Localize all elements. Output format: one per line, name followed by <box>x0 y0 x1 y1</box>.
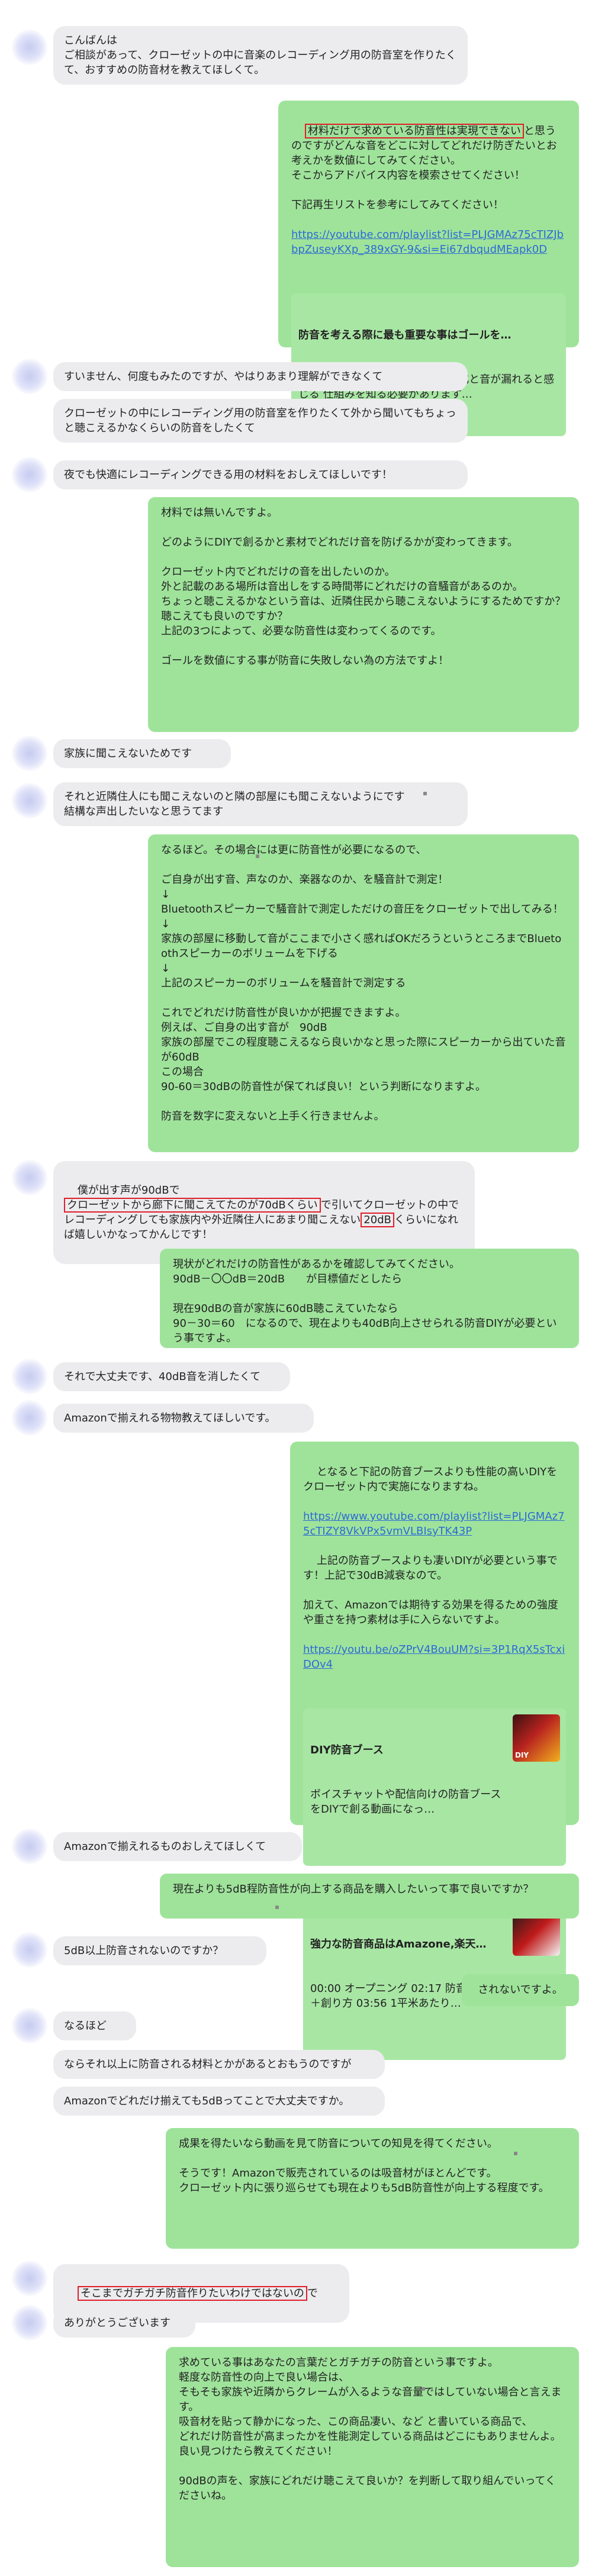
incoming-message: それと近隣住人にも聞こえないのと隣の部屋にも聞こえないようにです 結構な声出した… <box>53 782 468 826</box>
link-preview-card[interactable]: DIY防音ブース ボイスチャットや配信向けの防音ブースをDIYで創る動画になっ…… <box>303 1708 566 1866</box>
highlighted-text: そこまでガチガチ防音作りたいわけではないの <box>77 2286 307 2301</box>
incoming-message: 夜でも快適にレコーディングできる用の材料をおしえてほしいです！ <box>53 460 468 489</box>
user-avatar <box>12 1400 47 1436</box>
incoming-message: ありがとうございます <box>53 2309 195 2338</box>
link-preview-title: DIY防音ブース <box>310 1744 384 1756</box>
incoming-message: 5dB以上防音されないのですか？ <box>53 1936 266 1965</box>
playlist-link[interactable]: https://youtube.com/playlist?list=PLJGMA… <box>291 227 566 257</box>
incoming-message: Amazonで揃えれる物物教えてほしいです。 <box>53 1404 314 1433</box>
incoming-message: クローゼットの中にレコーディング用の防音室を作りたくて外から聞いてもちょっと聴こ… <box>53 399 468 443</box>
thumbnail-text: DIY <box>515 1751 529 1759</box>
user-avatar <box>12 2261 47 2296</box>
video-link[interactable]: https://youtu.be/oZPrV4BouUM?si=3P1RqX5s… <box>303 1642 566 1672</box>
incoming-message: Amazonで揃えれるものおしえてほしくて <box>53 1832 302 1861</box>
user-avatar <box>12 783 47 818</box>
incoming-message: こんばんは ご相談があって、クローゼットの中に音楽のレコーディング用の防音室を作… <box>53 26 468 85</box>
message-text: で <box>307 2287 318 2300</box>
video-thumbnail: DIY <box>513 1714 560 1762</box>
outgoing-message: 材料では無いんですよ。 どのようにDIYで創るかと素材でどれだけ音を防げるかが変… <box>148 497 579 732</box>
outgoing-message: 現状がどれだけの防音性があるかを確認してみてください。 90dB－〇〇dB＝20… <box>160 1249 579 1348</box>
outgoing-message: 材料だけで求めている防音性は実現できない と思うのですがどんな音をどこに対してどれ… <box>278 101 579 436</box>
user-avatar <box>12 2305 47 2340</box>
link-preview-title: 強力な防音商品はAmazone,楽天… <box>310 1938 487 1950</box>
user-avatar <box>12 1829 47 1864</box>
cursor-mark <box>514 2152 517 2155</box>
outgoing-message: 成果を得たいなら動画を見て防音についての知見を得てください。 そうです！Amaz… <box>166 2128 579 2249</box>
playlist-link[interactable]: https://www.youtube.com/playlist?list=PL… <box>303 1509 566 1539</box>
message-text: となると下記の防音ブースよりも性能の高いDIYをクローゼット内で実施になりますね… <box>303 1466 558 1493</box>
user-avatar <box>12 1932 47 1968</box>
user-avatar <box>12 359 47 394</box>
outgoing-message: されないですよ。 <box>462 1974 579 2006</box>
chat-conversation: こんばんは ご相談があって、クローゼットの中に音楽のレコーディング用の防音室を作… <box>0 0 592 2576</box>
outgoing-message: 現在よりも5dB程防音性が向上する商品を購入したいって事で良いですか？ <box>160 1874 579 1919</box>
incoming-message: ならそれ以上に防音される材料とかがあるとおもうのですが <box>53 2050 385 2079</box>
outgoing-message: なるほど。その場合には更に防音性が必要になるので、 ご自身が出す音、声なのか、楽… <box>148 834 579 1152</box>
incoming-message: それで大丈夫です、40dB音を消したくて <box>53 1362 290 1391</box>
cursor-mark <box>275 1906 279 1909</box>
highlighted-text: 20dB <box>361 1213 394 1227</box>
incoming-message: Amazonでどれだけ揃えても5dBってことで大丈夫ですか。 <box>53 2087 385 2116</box>
user-avatar <box>12 736 47 771</box>
cursor-mark <box>423 792 427 795</box>
user-avatar <box>12 457 47 492</box>
cursor-mark <box>422 2387 425 2391</box>
user-avatar <box>12 30 47 65</box>
message-text: 僕が出す声が90dBで <box>77 1184 180 1197</box>
incoming-message: すいません、何度もみたのですが、やはりあまり理解ができなくて <box>53 362 468 391</box>
user-avatar <box>12 1359 47 1394</box>
cursor-mark <box>256 855 259 858</box>
highlighted-text: 材料だけで求めている防音性は実現できない <box>304 124 524 138</box>
user-avatar <box>12 1160 47 1195</box>
link-preview-title: 防音を考える際に最も重要な事はゴールを… <box>298 329 511 341</box>
user-avatar <box>12 2008 47 2043</box>
incoming-message: 家族に聞こえないためです <box>53 739 231 768</box>
incoming-message: なるほど <box>53 2011 136 2040</box>
link-preview-description: ボイスチャットや配信向けの防音ブースをDIYで創る動画になっ… <box>310 1788 501 1816</box>
outgoing-message: 求めている事はあなたの言葉だとガチガチの防音という事ですよ。 軽度な防音性の向上… <box>166 2347 579 2567</box>
message-text: 上記の防音ブースよりも凄いDIYが必要という事です！上記で30dB減衰なので。 … <box>303 1555 558 1626</box>
outgoing-message: となると下記の防音ブースよりも性能の高いDIYをクローゼット内で実施になりますね… <box>290 1442 579 2060</box>
highlighted-text: クローゼットから廊下に聞こえてたのが70dBくらい <box>64 1198 321 1213</box>
